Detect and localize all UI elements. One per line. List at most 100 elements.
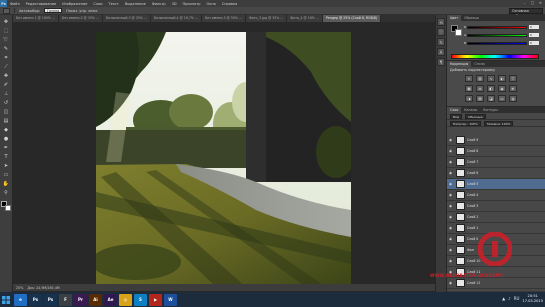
curves-icon[interactable]: ∿ xyxy=(487,75,495,82)
path-select-icon[interactable]: ➤ xyxy=(2,162,11,170)
document-tab-7[interactable]: Рендер @ 25% (Слой 8, RGB/8) xyxy=(322,15,382,22)
eraser-icon[interactable]: ◫ xyxy=(2,108,11,116)
levels-icon[interactable]: ▥ xyxy=(476,75,484,82)
blur-icon[interactable]: ◆ xyxy=(2,126,11,134)
color-swatches[interactable] xyxy=(0,201,12,213)
auto-select-dropdown[interactable]: Группа xyxy=(44,8,63,13)
zoom-level[interactable]: 25% xyxy=(16,286,23,290)
kind-filter-dropdown[interactable]: Вид xyxy=(450,113,463,119)
fill-field[interactable]: Заливка: 100% xyxy=(483,120,514,126)
visibility-eye-icon[interactable]: ◉ xyxy=(447,138,454,142)
visibility-eye-icon[interactable]: ◉ xyxy=(447,160,454,164)
clock[interactable]: 20:51 17.03.2015 xyxy=(522,294,543,303)
background-color[interactable] xyxy=(4,205,11,211)
slider-b[interactable] xyxy=(467,42,527,45)
visibility-eye-icon[interactable]: ◉ xyxy=(447,193,454,197)
color-spectrum[interactable] xyxy=(451,54,539,59)
black-white-icon[interactable]: ◧ xyxy=(487,85,495,92)
taskbar-app-5[interactable]: Ai xyxy=(89,293,102,306)
shape-icon[interactable]: ▭ xyxy=(2,171,11,179)
brush-icon[interactable]: ✐ xyxy=(2,81,11,89)
channel-mixer-icon[interactable]: ⊕ xyxy=(509,85,517,92)
menu-item-7[interactable]: 3D xyxy=(169,2,180,6)
blend-mode-dropdown[interactable]: Обычные xyxy=(465,113,486,119)
layer-row[interactable]: ◉ Слой 5 xyxy=(447,179,545,190)
move-icon[interactable]: ✥ xyxy=(2,18,11,26)
layer-row[interactable]: ◉ Слой 12 xyxy=(447,278,545,289)
paragraph-icon[interactable]: ¶ xyxy=(437,58,445,66)
menu-item-2[interactable]: Изображение xyxy=(59,2,90,6)
start-button[interactable] xyxy=(0,292,12,307)
character-icon[interactable]: A xyxy=(437,48,445,56)
threshold-icon[interactable]: ◪ xyxy=(487,95,495,102)
taskbar-app-3[interactable]: F xyxy=(59,293,72,306)
history-brush-icon[interactable]: ↺ xyxy=(2,99,11,107)
properties-icon[interactable]: ⓘ xyxy=(437,28,445,36)
layer-row[interactable]: ◉ Слой 7 xyxy=(447,157,545,168)
menu-item-10[interactable]: Справка xyxy=(219,2,240,6)
healing-icon[interactable]: ✚ xyxy=(2,72,11,80)
workspace-dropdown[interactable]: Основная рабочая среда xyxy=(509,8,543,18)
document-tab-5[interactable]: Фото_3.jpg @ 33% ... xyxy=(245,15,288,22)
visibility-eye-icon[interactable]: ◉ xyxy=(447,171,454,175)
visibility-eye-icon[interactable]: ◉ xyxy=(447,281,454,285)
taskbar-app-6[interactable]: Ae xyxy=(104,293,117,306)
taskbar-app-9[interactable]: ▶ xyxy=(149,293,162,306)
menu-item-8[interactable]: Просмотр xyxy=(180,2,204,6)
taskbar-app-0[interactable]: e xyxy=(14,293,27,306)
menu-item-4[interactable]: Текст xyxy=(106,2,122,6)
color-balance-icon[interactable]: ⚖ xyxy=(476,85,484,92)
brush-panel-icon[interactable]: ✎ xyxy=(437,38,445,46)
brightness-icon[interactable]: ☼ xyxy=(465,75,473,82)
vibrance-icon[interactable]: ▽ xyxy=(509,75,517,82)
history-icon[interactable]: ⟲ xyxy=(437,18,445,26)
taskbar-app-7[interactable]: ◎ xyxy=(119,293,132,306)
lasso-icon[interactable]: ➰ xyxy=(2,36,11,44)
layer-row[interactable]: ◉ Слой 3 xyxy=(447,201,545,212)
layer-row[interactable]: ◉ Слой 9 xyxy=(447,135,545,146)
marquee-icon[interactable]: ⬚ xyxy=(2,27,11,35)
crop-icon[interactable]: ⌗ xyxy=(2,54,11,62)
close-button[interactable]: ✕ xyxy=(538,1,543,5)
visibility-eye-icon[interactable]: ◉ xyxy=(447,259,454,263)
dodge-icon[interactable]: ● xyxy=(2,135,11,143)
value-r[interactable]: 0 xyxy=(529,25,539,29)
tool-preset-picker[interactable] xyxy=(3,7,10,14)
layer-row[interactable]: ◉ Слой 8 xyxy=(447,146,545,157)
document-tab-3[interactable]: Безымянный-4 @ 16,7% ... xyxy=(150,15,202,22)
value-b[interactable]: 0 xyxy=(529,41,539,45)
menu-item-6[interactable]: Фильтр xyxy=(149,2,169,6)
quick-select-icon[interactable]: ✎ xyxy=(2,45,11,53)
document-tab-0[interactable]: Без имени-1 @ 100% ... xyxy=(13,15,60,22)
hand-icon[interactable]: ✋ xyxy=(2,180,11,188)
volume-icon[interactable]: ♪ xyxy=(508,296,511,301)
visibility-eye-icon[interactable]: ◉ xyxy=(447,226,454,230)
visibility-eye-icon[interactable]: ◉ xyxy=(447,149,454,153)
clone-stamp-icon[interactable]: ⊥ xyxy=(2,90,11,98)
menu-item-0[interactable]: Файл xyxy=(7,2,23,6)
menu-item-3[interactable]: Слои xyxy=(90,2,105,6)
hue-saturation-icon[interactable]: ▦ xyxy=(465,85,473,92)
show-transform-checkbox[interactable]: Показ. упр. элем. xyxy=(66,9,98,13)
gradient-map-icon[interactable]: ▭ xyxy=(498,95,506,102)
selective-color-icon[interactable]: ◍ xyxy=(509,95,517,102)
photo-filter-icon[interactable]: ◉ xyxy=(498,85,506,92)
document-tab-1[interactable]: Без имени-2 @ 33% ... xyxy=(59,15,103,22)
taskbar-app-8[interactable]: S xyxy=(134,293,147,306)
visibility-eye-icon[interactable]: ◉ xyxy=(447,215,454,219)
slider-r[interactable] xyxy=(467,26,527,29)
pen-icon[interactable]: ✒ xyxy=(2,144,11,152)
taskbar-app-4[interactable]: Pr xyxy=(74,293,87,306)
visibility-eye-icon[interactable]: ◉ xyxy=(447,204,454,208)
visibility-eye-icon[interactable]: ◉ xyxy=(447,182,454,186)
menu-item-5[interactable]: Выделение xyxy=(122,2,149,6)
menu-item-1[interactable]: Редактирование xyxy=(23,2,60,6)
taskbar-app-2[interactable]: Ps xyxy=(44,293,57,306)
minimize-button[interactable]: – xyxy=(522,1,527,5)
invert-icon[interactable]: ◑ xyxy=(465,95,473,102)
document-image[interactable] xyxy=(96,32,351,287)
menu-item-9[interactable]: Окно xyxy=(203,2,218,6)
maximize-button[interactable]: □ xyxy=(530,1,535,5)
visibility-eye-icon[interactable]: ◉ xyxy=(447,248,454,252)
taskbar-app-1[interactable]: Ps xyxy=(29,293,42,306)
